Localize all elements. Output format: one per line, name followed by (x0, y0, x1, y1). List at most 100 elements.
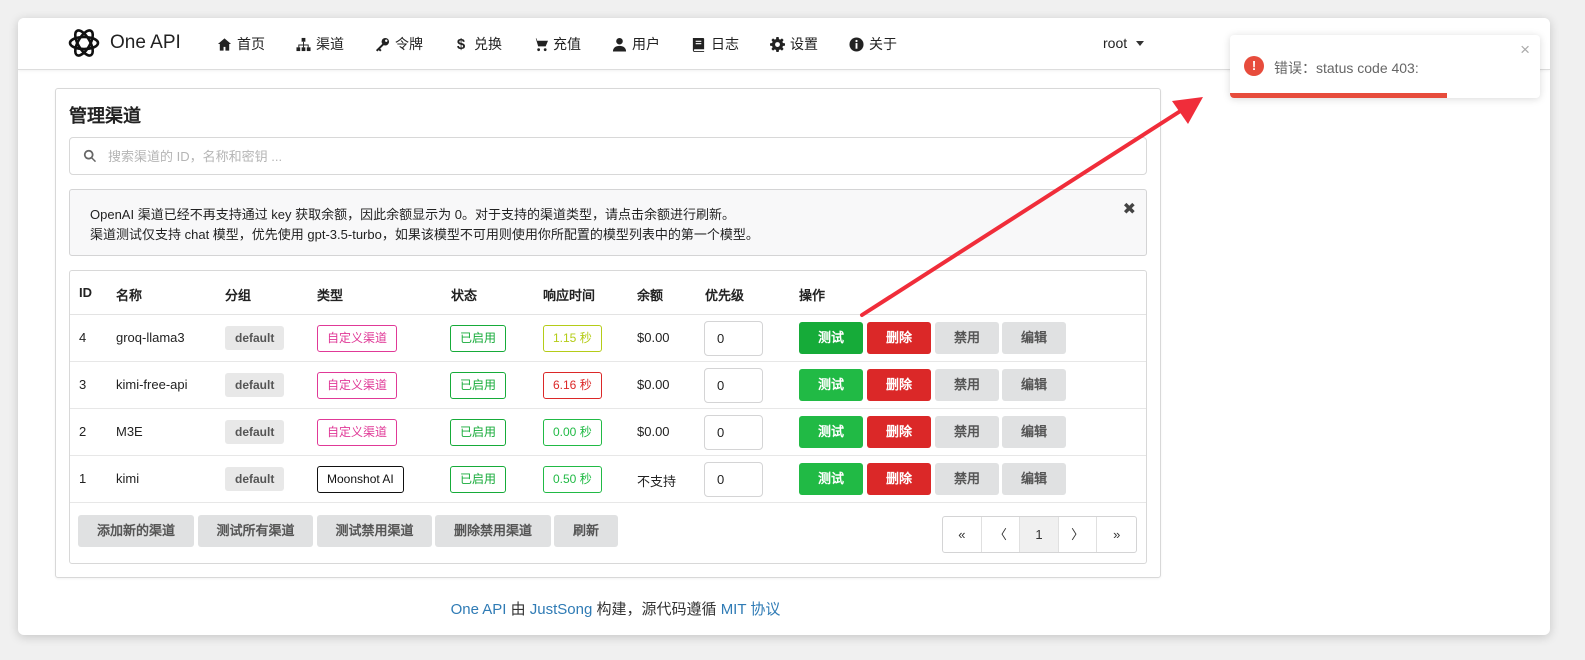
response-time-tag[interactable]: 6.16 秒 (543, 372, 602, 399)
response-time-tag[interactable]: 0.50 秒 (543, 466, 602, 493)
group-label: default (225, 373, 285, 397)
group-label: default (225, 326, 285, 350)
pagination-next[interactable]: 〉 (1059, 517, 1098, 552)
footer-link-one-api[interactable]: One API (451, 601, 507, 618)
nav-item-label: 首页 (237, 36, 265, 52)
test-button[interactable]: 测试 (799, 463, 863, 495)
close-icon[interactable]: × (1520, 40, 1530, 60)
app-window: One API 首页 渠道 令牌 $ 兑换 充值 用户 日志 设置 关于 roo… (18, 18, 1550, 635)
toast-message: 错误：status code 403: (1274, 60, 1419, 76)
dollar-icon: $ (456, 35, 466, 53)
footer-link-license[interactable]: MIT 协议 (721, 601, 781, 618)
test-all-channels-button[interactable]: 测试所有渠道 (198, 515, 313, 547)
footer-link-author[interactable]: JustSong (530, 601, 593, 618)
username: root (1103, 35, 1128, 51)
status-badge: 已启用 (450, 466, 507, 493)
header-status[interactable]: 状态 (451, 285, 477, 304)
header-priority[interactable]: 优先级 (705, 285, 744, 304)
balance-value[interactable]: 不支持 (637, 471, 676, 490)
nav-item-home[interactable]: 首页 (216, 34, 265, 54)
pagination-first[interactable]: « (943, 517, 982, 552)
disable-button[interactable]: 禁用 (935, 463, 999, 495)
disable-button[interactable]: 禁用 (935, 416, 999, 448)
cell-id: 4 (79, 330, 87, 345)
error-icon: ! (1244, 56, 1264, 76)
nav-item-settings[interactable]: 设置 (769, 34, 818, 54)
header-name[interactable]: 名称 (116, 285, 142, 304)
nav-item-label: 兑换 (474, 36, 502, 52)
cell-name: M3E (116, 424, 143, 439)
type-tag: Moonshot AI (317, 466, 404, 493)
balance-value[interactable]: $0.00 (637, 377, 670, 392)
edit-button[interactable]: 编辑 (1002, 463, 1066, 495)
nav-item-tokens[interactable]: 令牌 (374, 34, 423, 54)
nav-item-topup[interactable]: 充值 (532, 34, 581, 54)
nav-item-label: 令牌 (395, 36, 423, 52)
edit-button[interactable]: 编辑 (1002, 322, 1066, 354)
cell-name: kimi (116, 471, 140, 486)
status-badge: 已启用 (450, 325, 507, 352)
page-footer: One API 由 JustSong 构建，源代码遵循 MIT 协议 (18, 598, 1213, 619)
edit-button[interactable]: 编辑 (1002, 369, 1066, 401)
edit-button[interactable]: 编辑 (1002, 416, 1066, 448)
nav-item-users[interactable]: 用户 (611, 34, 660, 54)
nav-item-redeem[interactable]: $ 兑换 (453, 34, 502, 54)
refresh-button[interactable]: 刷新 (554, 515, 618, 547)
footer-text: 由 (506, 601, 530, 618)
header-group[interactable]: 分组 (225, 285, 251, 304)
table-header: ID 名称 分组 类型 状态 响应时间 余额 优先级 操作 (70, 271, 1146, 315)
priority-input[interactable]: 0 (704, 415, 763, 450)
key-icon (374, 36, 390, 52)
header-type[interactable]: 类型 (317, 285, 343, 304)
test-button[interactable]: 测试 (799, 369, 863, 401)
response-time-tag[interactable]: 1.15 秒 (543, 325, 602, 352)
response-time-tag[interactable]: 0.00 秒 (543, 419, 602, 446)
balance-value[interactable]: $0.00 (637, 330, 670, 345)
header-response-time[interactable]: 响应时间 (543, 285, 595, 304)
nav-item-channels[interactable]: 渠道 (295, 34, 344, 54)
disable-button[interactable]: 禁用 (935, 322, 999, 354)
cell-id: 2 (79, 424, 87, 439)
test-button[interactable]: 测试 (799, 322, 863, 354)
cell-name: kimi-free-api (116, 377, 188, 392)
priority-input[interactable]: 0 (704, 368, 763, 403)
group-label: default (225, 420, 285, 444)
add-channel-button[interactable]: 添加新的渠道 (78, 515, 194, 547)
pagination-last[interactable]: » (1097, 517, 1136, 552)
search-icon (83, 149, 97, 163)
notice-line-1: OpenAI 渠道已经不再支持通过 key 获取余额，因此余额显示为 0。对于支… (90, 207, 735, 222)
pagination-page-1[interactable]: 1 (1020, 517, 1059, 552)
user-dropdown[interactable]: root (1103, 35, 1145, 51)
test-button[interactable]: 测试 (799, 416, 863, 448)
info-notice: OpenAI 渠道已经不再支持通过 key 获取余额，因此余额显示为 0。对于支… (69, 189, 1147, 256)
close-icon[interactable]: ✖ (1123, 200, 1136, 220)
cell-name: groq-llama3 (116, 330, 185, 345)
delete-button[interactable]: 删除 (867, 369, 931, 401)
nav-item-label: 日志 (711, 36, 739, 52)
test-disabled-channels-button[interactable]: 测试禁用渠道 (317, 515, 432, 547)
nav-item-label: 设置 (790, 36, 818, 52)
header-actions: 操作 (799, 288, 826, 303)
nav-item-label: 渠道 (316, 36, 344, 52)
disable-button[interactable]: 禁用 (935, 369, 999, 401)
delete-button[interactable]: 删除 (867, 463, 931, 495)
pagination-prev[interactable]: 〈 (982, 517, 1021, 552)
delete-button[interactable]: 删除 (867, 416, 931, 448)
delete-disabled-channels-button[interactable]: 删除禁用渠道 (435, 515, 551, 547)
balance-value[interactable]: $0.00 (637, 424, 670, 439)
pagination: « 〈 1 〉 » (942, 516, 1137, 553)
priority-input[interactable]: 0 (704, 462, 763, 497)
nav-item-about[interactable]: 关于 (848, 34, 897, 54)
header-id[interactable]: ID (79, 285, 92, 300)
nav-item-logs[interactable]: 日志 (690, 34, 739, 54)
brand[interactable]: One API (66, 25, 181, 61)
brand-name: One API (110, 32, 181, 53)
delete-button[interactable]: 删除 (867, 322, 931, 354)
header-balance[interactable]: 余额 (637, 285, 663, 304)
search-input[interactable] (108, 148, 1108, 164)
priority-input[interactable]: 0 (704, 321, 763, 356)
cell-id: 3 (79, 377, 87, 392)
table-row: 4 groq-llama3 default 自定义渠道 已启用 1.15 秒 $… (70, 315, 1146, 362)
type-tag: 自定义渠道 (317, 325, 398, 352)
group-label: default (225, 467, 285, 491)
